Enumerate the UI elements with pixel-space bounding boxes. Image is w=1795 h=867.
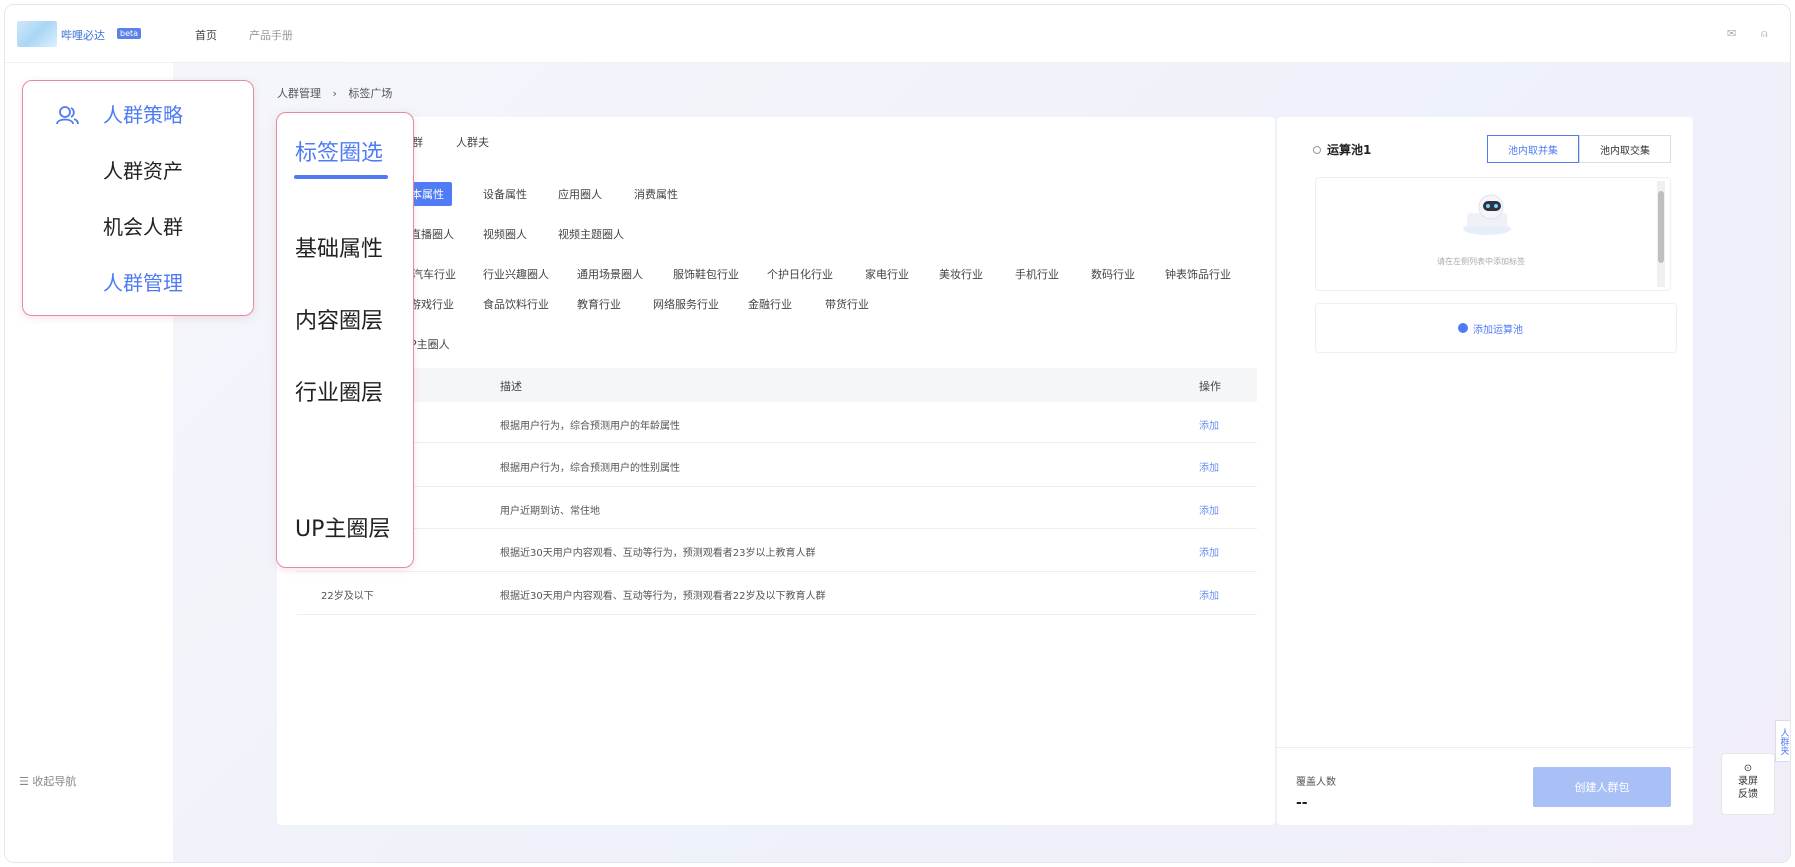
row-divider: [297, 486, 1257, 487]
union-button[interactable]: 池内取并集: [1487, 135, 1579, 163]
chip-industry[interactable]: 钟表饰品行业: [1165, 266, 1231, 282]
add-tag-link[interactable]: 添加: [1199, 502, 1219, 517]
logo-text[interactable]: 哔哩必达: [61, 27, 105, 43]
chip-industry[interactable]: 金融行业: [748, 296, 792, 312]
table-row-description: 根据近30天用户内容观看、互动等行为，预测观看者22岁及以下教育人群: [500, 591, 826, 602]
nav-opportunity-crowd[interactable]: 机会人群: [103, 211, 183, 240]
crowd-folder-side-tab[interactable]: 人群夹: [1775, 720, 1790, 762]
chip-device-attributes[interactable]: 设备属性: [483, 186, 527, 202]
table-row-description: 根据用户行为，综合预测用户的年龄属性: [500, 421, 680, 432]
row-divider: [297, 571, 1257, 572]
table-row-name: 22岁及以下: [321, 591, 374, 602]
nav-home[interactable]: 首页: [195, 27, 217, 43]
add-tag-link[interactable]: 添加: [1199, 459, 1219, 474]
add-tag-link[interactable]: 添加: [1199, 544, 1219, 559]
chip-industry[interactable]: 行业兴趣圈人: [483, 266, 549, 282]
coverage-value: --: [1296, 795, 1308, 811]
user-icon[interactable]: ⍝: [1761, 27, 1768, 41]
sidebar-nav-callout: 人群策略 人群资产 机会人群 人群管理: [22, 80, 254, 316]
row-divider: [297, 614, 1257, 615]
chip-up-crowd[interactable]: P主圈人: [410, 336, 450, 352]
robot-illustration-icon: [1463, 194, 1511, 235]
top-bar: 哔哩必达 beta 首页 产品手册 ✉ ⍝: [5, 5, 1790, 63]
app-window: 哔哩必达 beta 首页 产品手册 ✉ ⍝ ☰ 收起导航 人群管理 › 标签广场…: [4, 4, 1791, 863]
chip-industry[interactable]: 网络服务行业: [653, 296, 719, 312]
crowd-icon: [56, 106, 79, 125]
row-divider: [297, 442, 1257, 443]
chip-industry[interactable]: 美妆行业: [939, 266, 983, 282]
tab-content-layer[interactable]: 内容圈层: [295, 303, 383, 335]
chip-industry[interactable]: 游戏行业: [410, 296, 454, 312]
breadcrumb: 人群管理 › 标签广场: [277, 85, 400, 101]
chip-industry[interactable]: 家电行业: [865, 266, 909, 282]
add-pool-label[interactable]: 添加运算池: [1473, 321, 1523, 336]
column-header-description: 描述: [500, 380, 522, 393]
pool-empty-hint: 请在左侧列表中添加标签: [1437, 257, 1525, 266]
chip-industry[interactable]: 汽车行业: [412, 266, 456, 282]
chip-video-crowd[interactable]: 视频圈人: [483, 226, 527, 242]
mail-icon[interactable]: ✉: [1727, 27, 1736, 40]
table-row-description: 根据用户行为，综合预测用户的性别属性: [500, 463, 680, 474]
tab-industry-layer[interactable]: 行业圈层: [295, 375, 383, 407]
tag-selection-panel: [277, 117, 1275, 825]
plus-circle-icon: [1458, 323, 1468, 333]
panel-divider: [1277, 747, 1693, 748]
nav-manual[interactable]: 产品手册: [249, 27, 293, 43]
chip-live-crowd[interactable]: 直播圈人: [410, 226, 454, 242]
chip-industry[interactable]: 通用场景圈人: [577, 266, 643, 282]
tab-basic-attributes[interactable]: 基础属性: [295, 231, 383, 263]
active-tab-indicator: [294, 175, 388, 179]
pool-scrollbar-thumb[interactable]: [1658, 191, 1664, 263]
row-divider: [297, 528, 1257, 529]
column-header-action: 操作: [1199, 380, 1221, 393]
table-row-description: 根据近30天用户内容观看、互动等行为，预测观看者23岁以上教育人群: [500, 548, 816, 559]
breadcrumb-crowd-management[interactable]: 人群管理: [277, 87, 321, 100]
nav-crowd-assets[interactable]: 人群资产: [103, 155, 183, 184]
collapse-nav-button[interactable]: ☰ 收起导航: [19, 773, 76, 789]
chip-industry[interactable]: 带货行业: [825, 296, 869, 312]
table-row-description: 用户近期到访、常住地: [500, 506, 600, 517]
chip-industry[interactable]: 食品饮料行业: [483, 296, 549, 312]
tab-up-layer[interactable]: UP主圈层: [295, 511, 390, 543]
breadcrumb-tag-square: 标签广场: [348, 87, 393, 100]
coverage-label: 覆盖人数: [1296, 777, 1336, 788]
table-header: [297, 368, 1257, 402]
help-circle-icon: ⊙: [1743, 763, 1753, 774]
chip-industry[interactable]: 教育行业: [577, 296, 621, 312]
create-crowd-button[interactable]: 创建人群包: [1533, 767, 1671, 807]
logo-beta-badge: beta: [117, 28, 142, 39]
add-tag-link[interactable]: 添加: [1199, 417, 1219, 432]
pool-title: 运算池1: [1327, 143, 1372, 157]
feedback-button[interactable]: ⊙ 录屏 反馈: [1721, 753, 1775, 815]
chip-industry[interactable]: 服饰鞋包行业: [673, 266, 739, 282]
breadcrumb-separator: ›: [332, 87, 337, 100]
tag-tabs-callout: 标签圈选 基础属性 内容圈层 行业圈层 UP主圈层: [276, 112, 414, 568]
chip-industry[interactable]: 数码行业: [1091, 266, 1135, 282]
chip-app-crowd[interactable]: 应用圈人: [558, 186, 602, 202]
nav-crowd-strategy[interactable]: 人群策略: [103, 99, 183, 128]
chip-industry[interactable]: 手机行业: [1015, 266, 1059, 282]
add-tag-link[interactable]: 添加: [1199, 587, 1219, 602]
chip-consumption-attributes[interactable]: 消费属性: [634, 186, 678, 202]
tab-tag-selection[interactable]: 标签圈选: [295, 135, 383, 167]
intersect-button[interactable]: 池内取交集: [1579, 135, 1671, 163]
logo-image[interactable]: [17, 21, 57, 47]
nav-crowd-management[interactable]: 人群管理: [103, 267, 183, 296]
pool-radio-icon[interactable]: [1313, 146, 1321, 154]
chip-industry[interactable]: 个护日化行业: [767, 266, 833, 282]
chip-video-topic-crowd[interactable]: 视频主题圈人: [558, 226, 624, 242]
tab-crowd-folder[interactable]: 人群夫: [456, 134, 489, 150]
